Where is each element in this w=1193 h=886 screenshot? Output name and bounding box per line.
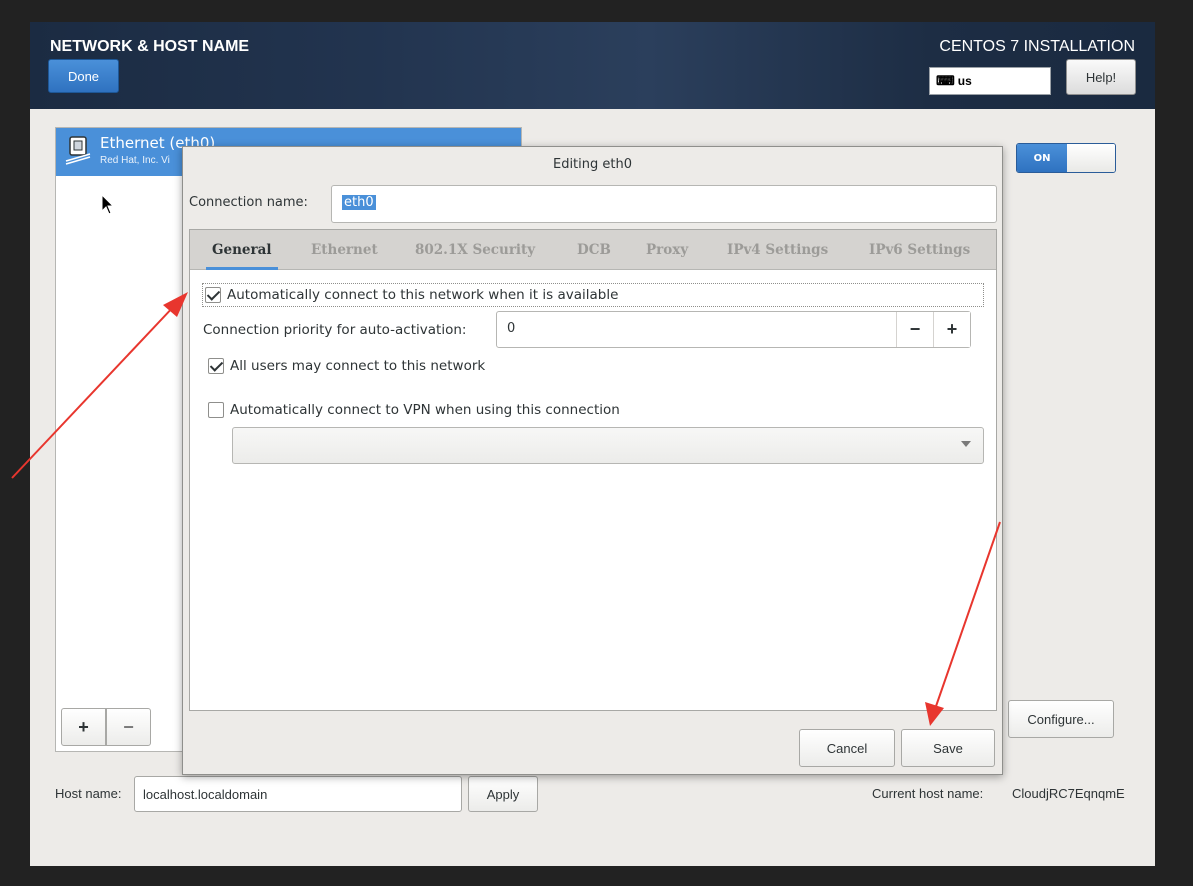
keyboard-icon: ⌨: [936, 73, 955, 88]
configure-button[interactable]: Configure...: [1008, 700, 1114, 738]
host-name-label: Host name:: [55, 786, 122, 801]
priority-value[interactable]: 0: [497, 312, 896, 347]
priority-decrement-button[interactable]: −: [896, 312, 933, 347]
tab-ipv6-settings[interactable]: IPv6 Settings: [869, 230, 970, 270]
done-button[interactable]: Done: [48, 59, 119, 93]
tab-ethernet[interactable]: Ethernet: [311, 230, 378, 270]
tab-general[interactable]: General: [206, 230, 278, 270]
switch-on-label: ON: [1017, 144, 1067, 172]
ethernet-icon: [65, 136, 91, 165]
mouse-pointer-icon: [101, 194, 115, 215]
tab-ipv4-settings[interactable]: IPv4 Settings: [727, 230, 828, 270]
vpn-auto-connect-checkbox[interactable]: [208, 402, 224, 418]
tab-dcb[interactable]: DCB: [577, 230, 611, 270]
vpn-auto-connect-row[interactable]: Automatically connect to VPN when using …: [208, 402, 620, 418]
keyboard-layout-indicator[interactable]: ⌨ us: [929, 67, 1051, 95]
current-host-name-label: Current host name:: [872, 786, 984, 801]
remove-device-button[interactable]: −: [106, 708, 151, 746]
all-users-checkbox[interactable]: [208, 358, 224, 374]
help-button[interactable]: Help!: [1066, 59, 1136, 95]
connection-name-label: Connection name:: [189, 195, 308, 210]
product-title: CENTOS 7 INSTALLATION: [939, 38, 1135, 55]
auto-connect-label: Automatically connect to this network wh…: [227, 287, 619, 303]
connection-name-value: eth0: [342, 195, 376, 210]
all-users-label: All users may connect to this network: [230, 358, 486, 374]
tab-8021x-security[interactable]: 802.1X Security: [415, 230, 535, 270]
vpn-connection-dropdown[interactable]: [232, 427, 984, 464]
auto-connect-row[interactable]: Automatically connect to this network wh…: [202, 283, 984, 307]
apply-button[interactable]: Apply: [468, 776, 538, 812]
all-users-row[interactable]: All users may connect to this network: [208, 358, 485, 374]
tab-bar: General Ethernet 802.1X Security DCB Pro…: [190, 230, 996, 270]
device-vendor: Red Hat, Inc. Vi: [100, 155, 170, 166]
tab-proxy[interactable]: Proxy: [646, 230, 688, 270]
save-button[interactable]: Save: [901, 729, 995, 767]
host-name-input[interactable]: [134, 776, 462, 812]
cancel-button[interactable]: Cancel: [799, 729, 895, 767]
current-host-name-value: CloudjRC7EqnqmE: [1012, 786, 1125, 801]
vpn-auto-connect-label: Automatically connect to VPN when using …: [230, 402, 620, 418]
spoke-header: NETWORK & HOST NAME Done CENTOS 7 INSTAL…: [30, 22, 1155, 109]
keyboard-layout-label: us: [957, 74, 972, 88]
dropdown-arrow-icon: [961, 441, 971, 447]
connection-name-input[interactable]: eth0: [331, 185, 997, 223]
priority-increment-button[interactable]: +: [933, 312, 970, 347]
add-device-button[interactable]: +: [61, 708, 106, 746]
spoke-title: NETWORK & HOST NAME: [50, 38, 250, 55]
settings-notebook: General Ethernet 802.1X Security DCB Pro…: [189, 229, 997, 711]
dialog-title: Editing eth0: [552, 157, 632, 172]
priority-spinbutton: 0 − +: [496, 311, 971, 348]
device-on-off-switch[interactable]: ON: [1016, 143, 1116, 173]
editing-connection-dialog: Editing eth0 Connection name: eth0 Gener…: [182, 146, 1003, 775]
auto-connect-checkbox[interactable]: [205, 287, 221, 303]
switch-knob: [1067, 144, 1115, 172]
priority-label: Connection priority for auto-activation:: [203, 322, 467, 338]
